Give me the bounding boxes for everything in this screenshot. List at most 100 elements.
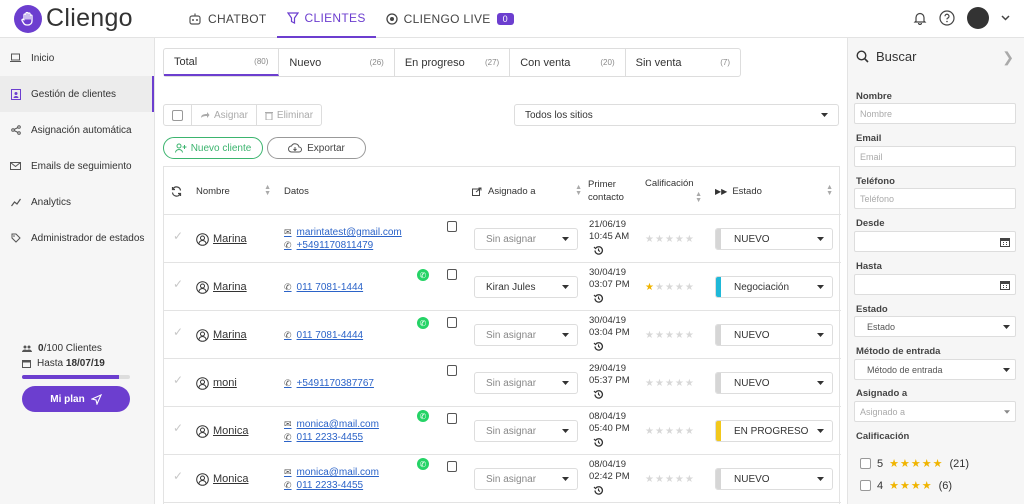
star-icon[interactable]: ★ bbox=[675, 378, 684, 389]
th-asignado[interactable]: Asignado a ▲ ▼ bbox=[472, 167, 582, 215]
tab-nuevo[interactable]: Nuevo (26) bbox=[279, 49, 395, 76]
user-avatar[interactable] bbox=[967, 7, 989, 29]
star-icon[interactable]: ★ bbox=[655, 330, 664, 341]
assign-select[interactable]: Kiran Jules bbox=[474, 276, 578, 298]
sidebar-item-estados[interactable]: Administrador de estados bbox=[0, 220, 154, 256]
star-icon[interactable]: ★ bbox=[675, 426, 684, 437]
filter-rating-4[interactable]: 4 ★★★★ (6) bbox=[860, 479, 952, 492]
sidebar-item-emails[interactable]: Emails de seguimiento bbox=[0, 148, 154, 184]
phone-link[interactable]: ✆ +5491170387767 bbox=[284, 378, 374, 389]
th-estado[interactable]: ▶▶ Estado ▲ ▼ bbox=[715, 167, 833, 215]
filter-metodo-select[interactable]: Método de entrada bbox=[854, 359, 1016, 380]
table-row[interactable]: ✓ Marina ✆ 011 7081-1444 ✆ Kiran Jules 30/04/1… bbox=[164, 263, 841, 311]
table-row[interactable]: ✓ Marina ✉ marintatest@gmail.com ✆ +549117081… bbox=[164, 215, 841, 263]
note-icon[interactable] bbox=[447, 317, 457, 328]
star-icon[interactable]: ★ bbox=[645, 474, 654, 485]
collapse-panel-icon[interactable]: ❯ bbox=[1002, 49, 1014, 66]
nav-chatbot[interactable]: CHATBOT bbox=[178, 0, 277, 38]
tab-con-venta[interactable]: Con venta (20) bbox=[510, 49, 626, 76]
star-icon[interactable]: ★ bbox=[685, 426, 694, 437]
state-select[interactable]: NUEVO bbox=[715, 228, 833, 250]
row-check-icon[interactable]: ✓ bbox=[173, 469, 183, 483]
new-client-button[interactable]: Nuevo cliente bbox=[163, 137, 263, 159]
star-icon[interactable]: ★ bbox=[655, 426, 664, 437]
delete-button[interactable]: Eliminar bbox=[257, 105, 321, 125]
phone-link[interactable]: ✆ +5491170811479 bbox=[284, 240, 373, 251]
whatsapp-icon[interactable]: ✆ bbox=[417, 317, 429, 329]
row-check-icon[interactable]: ✓ bbox=[173, 373, 183, 387]
filter-telefono-input[interactable]: Teléfono bbox=[854, 188, 1016, 209]
help-icon[interactable] bbox=[939, 10, 955, 26]
star-icon[interactable]: ★ bbox=[675, 474, 684, 485]
filter-hasta-input[interactable] bbox=[854, 274, 1016, 295]
star-icon[interactable]: ★ bbox=[655, 234, 664, 245]
star-icon[interactable]: ★ bbox=[665, 426, 674, 437]
star-icon[interactable]: ★ bbox=[645, 282, 654, 293]
history-icon[interactable] bbox=[593, 437, 604, 448]
history-icon[interactable] bbox=[593, 341, 604, 352]
filter-email-input[interactable]: Email bbox=[854, 146, 1016, 167]
client-name[interactable]: moni bbox=[196, 359, 237, 407]
star-icon[interactable]: ★ bbox=[665, 282, 674, 293]
nav-cliengo-live[interactable]: CLIENGO LIVE 0 bbox=[376, 0, 524, 38]
assign-button[interactable]: Asignar bbox=[192, 105, 257, 125]
state-select[interactable]: EN PROGRESO bbox=[715, 420, 833, 442]
tab-en-progreso[interactable]: En progreso (27) bbox=[395, 49, 511, 76]
sidebar-item-gestion-clientes[interactable]: Gestión de clientes bbox=[0, 76, 154, 112]
star-icon[interactable]: ★ bbox=[665, 474, 674, 485]
star-icon[interactable]: ★ bbox=[685, 330, 694, 341]
tab-total[interactable]: Total (80) bbox=[164, 49, 280, 76]
filter-estado-select[interactable]: Estado bbox=[854, 316, 1016, 337]
star-icon[interactable]: ★ bbox=[665, 234, 674, 245]
table-row[interactable]: ✓ Marina ✆ 011 7081-4444 ✆ Sin asignar 30/04/1… bbox=[164, 311, 841, 359]
state-select[interactable]: Negociación bbox=[715, 276, 833, 298]
rating-checkbox[interactable] bbox=[860, 458, 871, 469]
sidebar-item-inicio[interactable]: Inicio bbox=[0, 40, 154, 76]
row-check-icon[interactable]: ✓ bbox=[173, 229, 183, 243]
star-icon[interactable]: ★ bbox=[675, 282, 684, 293]
filter-desde-input[interactable] bbox=[854, 231, 1016, 252]
filter-asignado-select[interactable]: Asignado a bbox=[854, 401, 1016, 422]
client-name[interactable]: Marina bbox=[196, 311, 247, 359]
star-icon[interactable]: ★ bbox=[665, 378, 674, 389]
star-icon[interactable]: ★ bbox=[645, 234, 654, 245]
sidebar-item-analytics[interactable]: Analytics bbox=[0, 184, 154, 220]
note-icon[interactable] bbox=[447, 269, 457, 280]
email-link[interactable]: ✉ monica@mail.com bbox=[284, 467, 379, 478]
calendar-icon[interactable] bbox=[1000, 237, 1010, 247]
client-name[interactable]: Marina bbox=[196, 215, 247, 263]
whatsapp-icon[interactable]: ✆ bbox=[417, 458, 429, 470]
phone-link[interactable]: ✆ 011 2233-4455 bbox=[284, 432, 363, 443]
state-select[interactable]: NUEVO bbox=[715, 372, 833, 394]
refresh-button[interactable] bbox=[171, 167, 182, 215]
assign-select[interactable]: Sin asignar bbox=[474, 468, 578, 490]
calendar-icon[interactable] bbox=[1000, 280, 1010, 290]
star-icon[interactable]: ★ bbox=[655, 378, 664, 389]
nav-clientes[interactable]: CLIENTES bbox=[276, 0, 376, 38]
star-icon[interactable]: ★ bbox=[665, 330, 674, 341]
phone-link[interactable]: ✆ 011 7081-1444 bbox=[284, 282, 363, 293]
rating-checkbox[interactable] bbox=[860, 480, 871, 491]
client-name[interactable]: Marina bbox=[196, 263, 247, 311]
star-icon[interactable]: ★ bbox=[655, 474, 664, 485]
row-check-icon[interactable]: ✓ bbox=[173, 277, 183, 291]
filter-nombre-input[interactable]: Nombre bbox=[854, 103, 1016, 124]
table-row[interactable]: ✓ Monica ✉ monica@mail.com ✆ 011 2233-4455 ✆ Si… bbox=[164, 407, 841, 455]
email-link[interactable]: ✉ marintatest@gmail.com bbox=[284, 227, 402, 238]
star-icon[interactable]: ★ bbox=[645, 378, 654, 389]
state-select[interactable]: NUEVO bbox=[715, 468, 833, 490]
whatsapp-icon[interactable]: ✆ bbox=[417, 269, 429, 281]
assign-select[interactable]: Sin asignar bbox=[474, 420, 578, 442]
th-primer-contacto[interactable]: Primer contacto bbox=[588, 167, 638, 215]
star-icon[interactable]: ★ bbox=[685, 474, 694, 485]
phone-link[interactable]: ✆ 011 2233-4455 bbox=[284, 480, 363, 491]
whatsapp-icon[interactable]: ✆ bbox=[417, 410, 429, 422]
th-nombre[interactable]: Nombre ▲ ▼ bbox=[196, 167, 271, 215]
chevron-down-icon[interactable] bbox=[1001, 15, 1010, 21]
star-icon[interactable]: ★ bbox=[675, 330, 684, 341]
client-name[interactable]: Monica bbox=[196, 455, 248, 503]
export-button[interactable]: Exportar bbox=[267, 137, 366, 159]
star-icon[interactable]: ★ bbox=[655, 282, 664, 293]
client-name[interactable]: Monica bbox=[196, 407, 248, 455]
mi-plan-button[interactable]: Mi plan bbox=[22, 386, 130, 412]
